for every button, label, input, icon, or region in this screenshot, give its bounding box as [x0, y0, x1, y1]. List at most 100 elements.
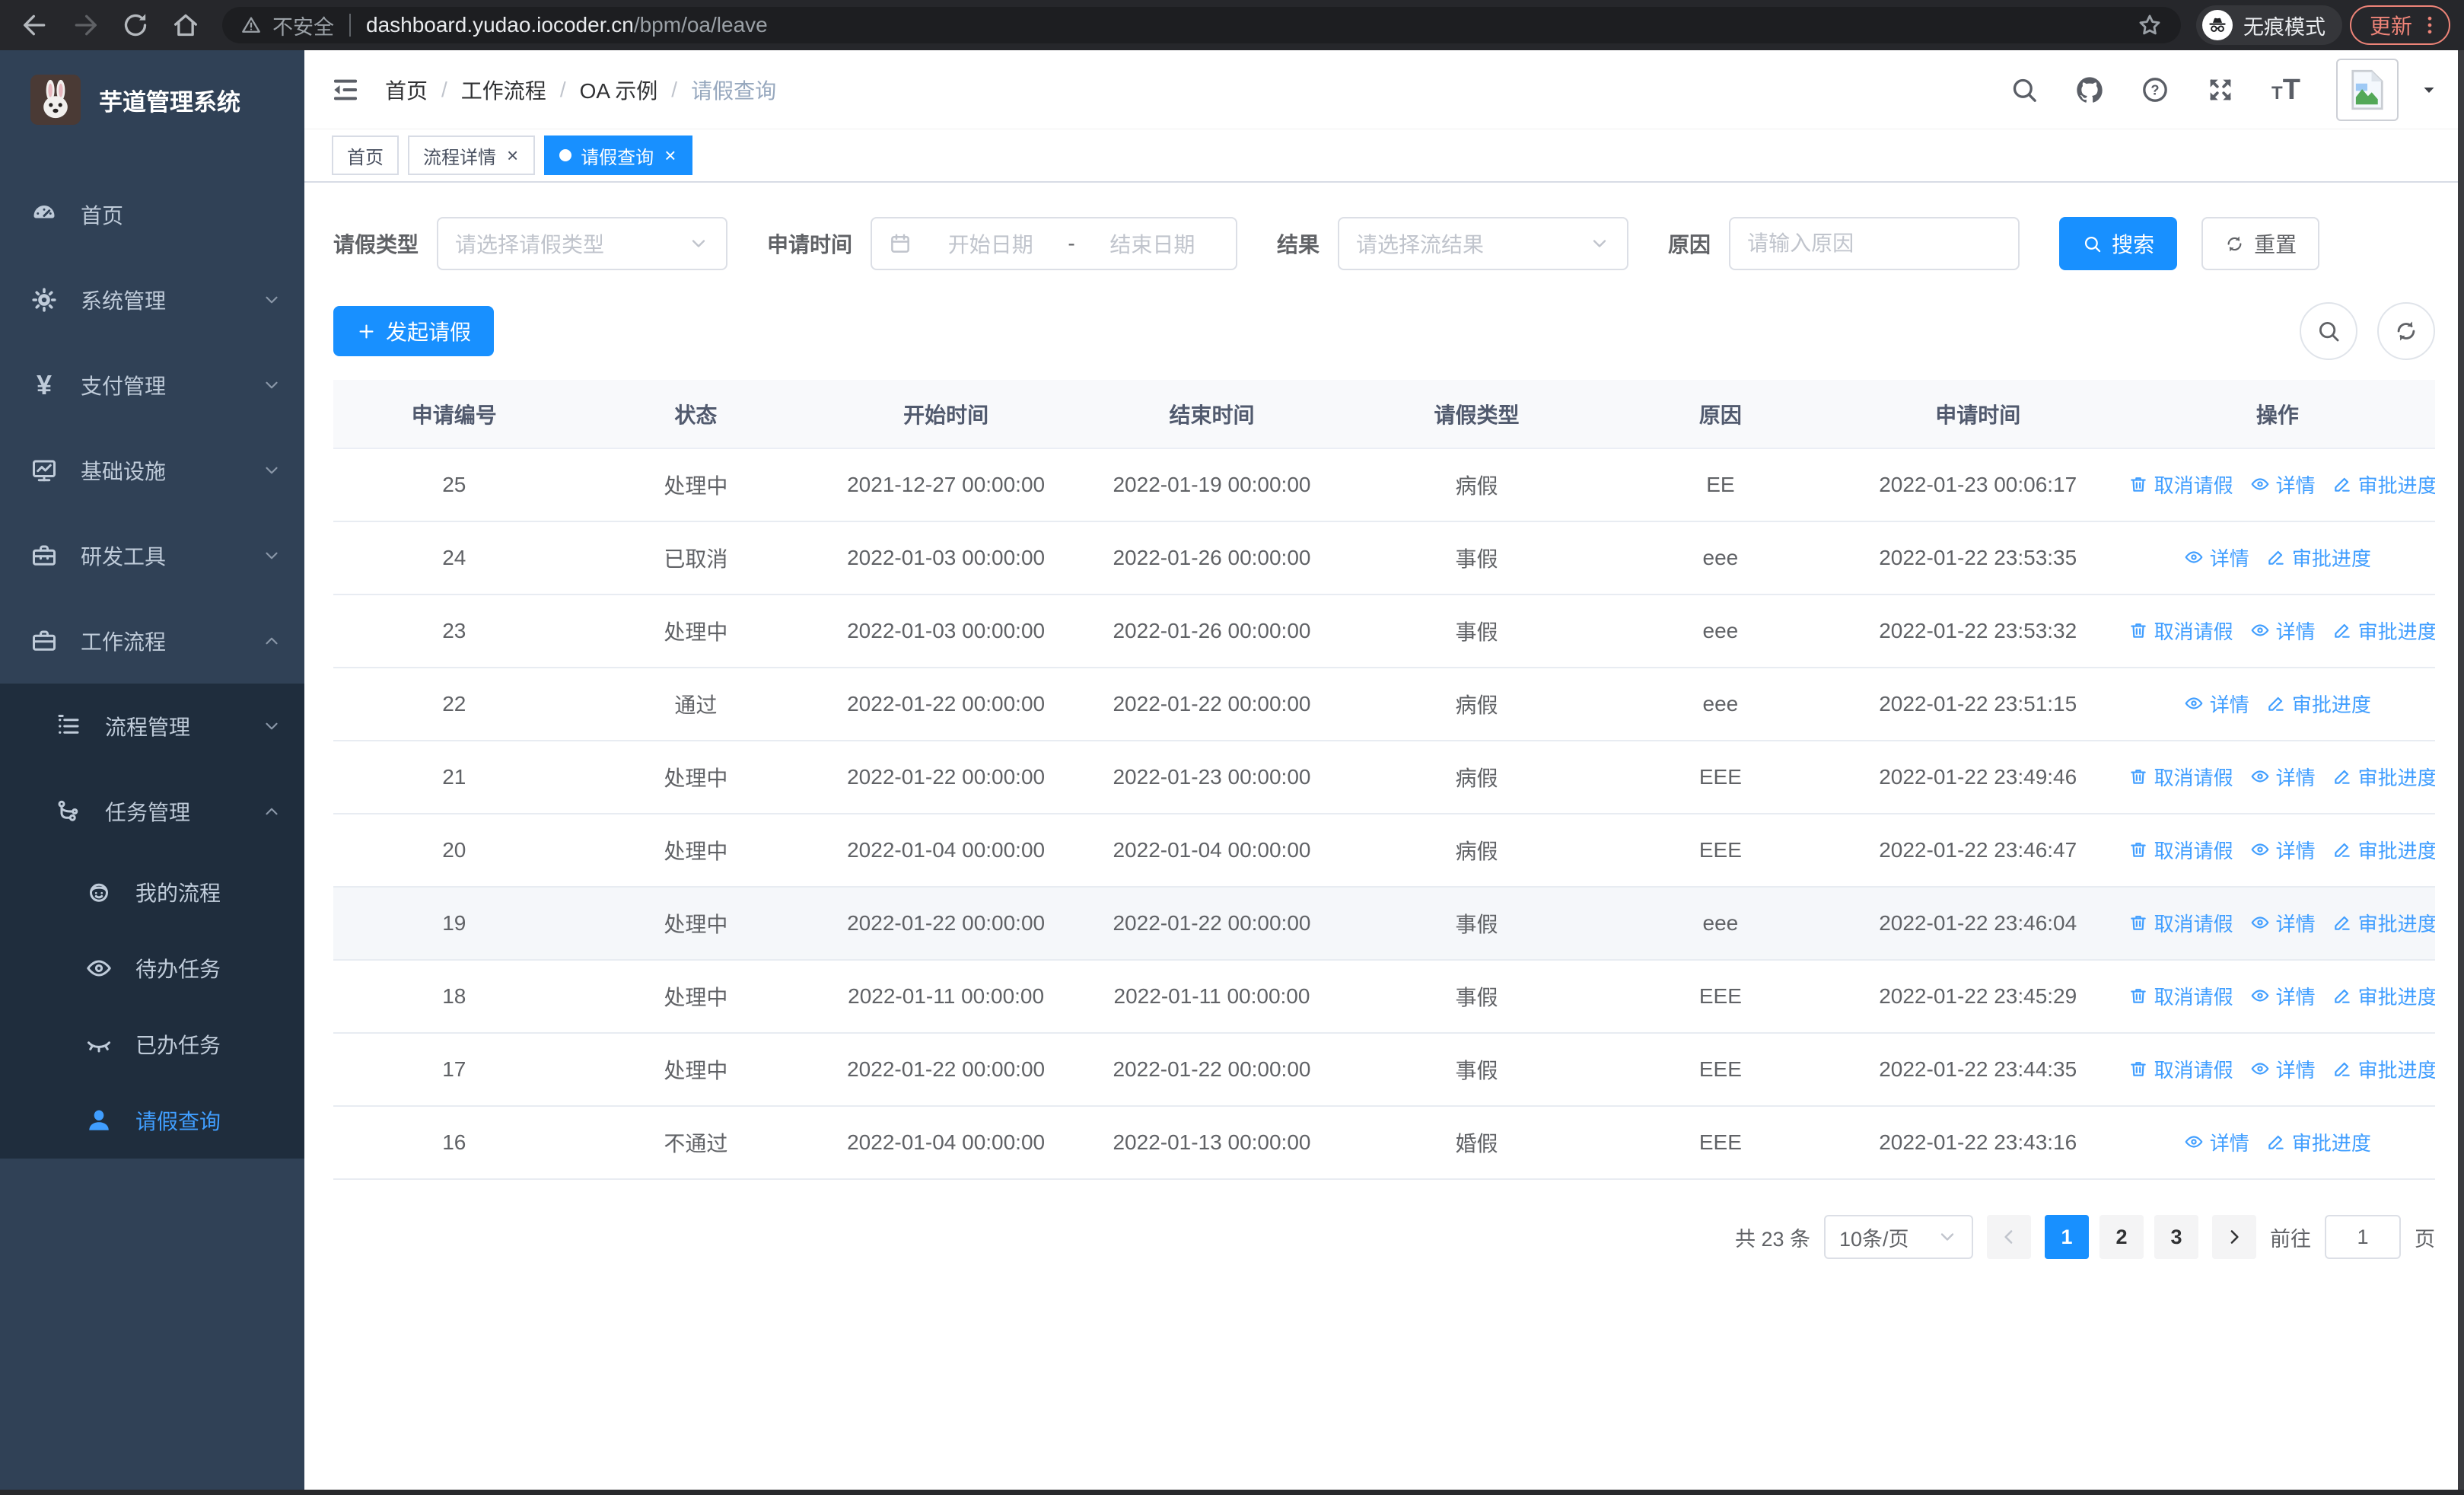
refresh-table-button[interactable] — [2377, 302, 2435, 360]
detail-link[interactable]: 详情 — [2184, 1128, 2249, 1156]
approval-progress-link[interactable]: 审批进度 — [2332, 909, 2435, 937]
github-icon[interactable] — [2074, 75, 2105, 105]
sidebar-item[interactable]: 我的流程 — [0, 854, 304, 930]
sidebar: 芋道管理系统 首页系统管理 ¥ 支付管理 基础设施 研发工具 工作流程 流程管理 任务管理 我的… — [0, 50, 304, 1495]
update-button[interactable]: 更新 — [2349, 5, 2450, 45]
end-date-input[interactable]: 结束日期 — [1086, 228, 1219, 259]
url-text: dashboard.yudao.iocoder.cn/bpm/oa/leave — [366, 13, 2126, 37]
sidebar-item[interactable]: 研发工具 — [0, 513, 304, 598]
url-host: dashboard.yudao.iocoder.cn — [366, 13, 634, 37]
sidebar-item[interactable]: 首页 — [0, 172, 304, 257]
filter-result: 结果 请选择流结果 — [1277, 217, 1629, 270]
tab-label: 首页 — [347, 147, 384, 168]
approval-progress-link[interactable]: 审批进度 — [2332, 1055, 2435, 1083]
column-header: 结束时间 — [1074, 380, 1349, 449]
reason-input[interactable] — [1729, 217, 2020, 270]
view-tab[interactable]: 流程详情 × — [408, 135, 536, 175]
close-icon[interactable]: × — [663, 145, 677, 165]
sidebar-item-label: 系统管理 — [81, 289, 167, 313]
cell-actions: 取消请假 详情 审批进度 — [2119, 594, 2435, 668]
cancel-leave-link[interactable]: 取消请假 — [2128, 982, 2233, 1010]
fullscreen-icon[interactable] — [2205, 75, 2236, 105]
detail-link[interactable]: 详情 — [2250, 909, 2316, 937]
sidebar-toggle-icon[interactable] — [330, 75, 361, 105]
leave-type-label: 请假类型 — [333, 233, 419, 257]
logo-rabbit-image — [30, 75, 81, 125]
breadcrumb-item[interactable]: OA 示例 — [580, 75, 658, 105]
cell-apply-time: 2022-01-22 23:46:47 — [1835, 814, 2120, 888]
cell-end-time: 2022-01-04 00:00:00 — [1074, 814, 1349, 888]
goto-page-input[interactable] — [2325, 1215, 2401, 1259]
detail-link[interactable]: 详情 — [2184, 543, 2249, 572]
detail-link[interactable]: 详情 — [2250, 836, 2316, 864]
reset-button[interactable]: 重置 — [2201, 217, 2320, 270]
bookmark-star-icon[interactable] — [2137, 12, 2163, 38]
sidebar-item[interactable]: 基础设施 — [0, 428, 304, 513]
next-page-button[interactable] — [2212, 1215, 2256, 1259]
help-icon[interactable]: ? — [2140, 75, 2170, 105]
page-button-3[interactable]: 3 — [2154, 1215, 2198, 1259]
approval-progress-link[interactable]: 审批进度 — [2332, 470, 2435, 499]
cancel-leave-link[interactable]: 取消请假 — [2128, 470, 2233, 499]
approval-progress-link[interactable]: 审批进度 — [2266, 690, 2371, 718]
sidebar-item[interactable]: ¥ 支付管理 — [0, 343, 304, 428]
sidebar-item[interactable]: 工作流程 — [0, 598, 304, 684]
sidebar-item[interactable]: 流程管理 — [0, 684, 304, 769]
approval-progress-link[interactable]: 审批进度 — [2332, 982, 2435, 1010]
start-date-input[interactable]: 开始日期 — [924, 228, 1057, 259]
approval-progress-link[interactable]: 审批进度 — [2266, 543, 2371, 572]
font-size-icon[interactable]: TT — [2271, 75, 2301, 105]
toggle-search-button[interactable] — [2300, 302, 2357, 360]
apply-time-range-picker[interactable]: 开始日期 - 结束日期 — [871, 217, 1238, 270]
table-row: 17 处理中 2022-01-22 00:00:00 2022-01-22 00:00… — [333, 1033, 2435, 1107]
close-icon[interactable]: × — [505, 145, 520, 165]
user-menu-caret-icon[interactable] — [2420, 81, 2438, 99]
view-icon — [2250, 913, 2270, 932]
breadcrumb-item[interactable]: 首页 — [385, 75, 428, 105]
app-logo[interactable]: 芋道管理系统 — [0, 50, 304, 149]
cancel-leave-link[interactable]: 取消请假 — [2128, 617, 2233, 645]
approval-progress-link[interactable]: 审批进度 — [2332, 836, 2435, 864]
approval-progress-link[interactable]: 审批进度 — [2332, 763, 2435, 791]
detail-link[interactable]: 详情 — [2250, 617, 2316, 645]
result-select[interactable]: 请选择流结果 — [1338, 217, 1629, 270]
browser-home-icon[interactable] — [170, 10, 201, 40]
view-tab[interactable]: 请假查询 × — [544, 135, 693, 175]
detail-link[interactable]: 详情 — [2184, 690, 2249, 718]
avatar[interactable] — [2336, 58, 2399, 121]
detail-link[interactable]: 详情 — [2250, 470, 2316, 499]
leave-type-select[interactable]: 请选择请假类型 — [437, 217, 728, 270]
detail-link[interactable]: 详情 — [2250, 982, 2316, 1010]
create-leave-button[interactable]: 发起请假 — [333, 306, 495, 356]
approval-progress-link[interactable]: 审批进度 — [2332, 617, 2435, 645]
page-button-1[interactable]: 1 — [2045, 1215, 2089, 1259]
cancel-leave-link[interactable]: 取消请假 — [2128, 836, 2233, 864]
browser-menu-icon[interactable] — [2418, 14, 2441, 37]
sidebar-item[interactable]: 系统管理 — [0, 257, 304, 343]
browser-back-icon[interactable] — [20, 10, 50, 40]
page-size-select[interactable]: 10条/页 — [1824, 1215, 1973, 1259]
trash-icon — [2128, 913, 2148, 932]
prev-page-button[interactable] — [1987, 1215, 2031, 1259]
cancel-leave-link[interactable]: 取消请假 — [2128, 909, 2233, 937]
address-bar[interactable]: 不安全 dashboard.yudao.iocoder.cn/bpm/oa/le… — [222, 7, 2181, 43]
cancel-leave-link[interactable]: 取消请假 — [2128, 1055, 2233, 1083]
view-tab[interactable]: 首页 — [332, 135, 399, 175]
sidebar-item[interactable]: 请假查询 — [0, 1082, 304, 1159]
search-button[interactable]: 搜索 — [2059, 217, 2178, 270]
page-button-2[interactable]: 2 — [2099, 1215, 2144, 1259]
sidebar-item[interactable]: 待办任务 — [0, 930, 304, 1006]
detail-link[interactable]: 详情 — [2250, 763, 2316, 791]
browser-forward-icon[interactable] — [70, 10, 100, 40]
sidebar-item[interactable]: 已办任务 — [0, 1006, 304, 1082]
approval-progress-link[interactable]: 审批进度 — [2266, 1128, 2371, 1156]
search-icon[interactable] — [2009, 75, 2039, 105]
trash-icon — [2128, 986, 2148, 1006]
cancel-leave-link[interactable]: 取消请假 — [2128, 763, 2233, 791]
apply-time-label: 申请时间 — [767, 233, 853, 257]
sidebar-item[interactable]: 任务管理 — [0, 769, 304, 854]
cell-reason: eee — [1604, 668, 1836, 741]
browser-reload-icon[interactable] — [120, 10, 151, 40]
breadcrumb-item[interactable]: 工作流程 — [461, 75, 546, 105]
detail-link[interactable]: 详情 — [2250, 1055, 2316, 1083]
